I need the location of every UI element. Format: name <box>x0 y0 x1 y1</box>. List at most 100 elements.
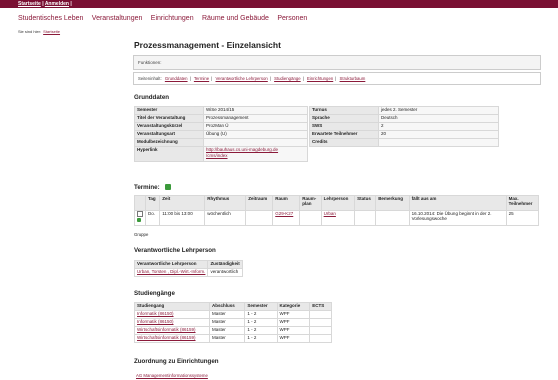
cell-raumplan <box>299 210 322 226</box>
col-max-teilnehmer: Max. Teilnehmer <box>505 195 540 211</box>
value-semester: WiSe 2014/15 <box>203 106 308 115</box>
anmelden-link[interactable]: Anmelden <box>45 1 69 7</box>
cell-bemerkung <box>375 210 410 226</box>
cell-abschluss: Master <box>208 318 246 327</box>
contents-link-studiengaenge[interactable]: Studiengänge <box>274 76 301 81</box>
nav-studentisches-leben[interactable]: Studentisches Leben <box>18 15 83 22</box>
cell-faellt-aus: 16.10.2014: Die Übung beginnt in der 2. … <box>408 210 507 226</box>
functions-label: Funktionen: <box>138 60 162 65</box>
grunddaten-right-table: Turnus jedes 2. Semester Sprache Deutsch S… <box>309 106 499 147</box>
table-row: Veranstaltungsart Übung (U) <box>134 130 308 139</box>
label-art: Veranstaltungsart <box>134 130 204 139</box>
value-teilnehmer: 20 <box>378 130 499 139</box>
cell-zeitraum <box>245 210 274 226</box>
startseite-link[interactable]: Startseite <box>18 1 41 7</box>
cell-zeit: 11:00 bis 13:00 <box>159 210 206 226</box>
label-credits: Credits <box>309 138 379 147</box>
breadcrumb-startseite-link[interactable]: Startseite <box>43 29 60 34</box>
col-status: Status <box>354 195 377 211</box>
contents-link-lehrperson[interactable]: Verantwortliche Lehrperson <box>215 76 267 81</box>
separator: | <box>70 1 72 7</box>
contents-link-termine[interactable]: Termine <box>194 76 209 81</box>
col-semester: Semester <box>244 302 278 311</box>
table-row: Turnus jedes 2. Semester <box>309 106 499 115</box>
cell-abschluss: Master <box>208 326 246 335</box>
studiengang-link[interactable]: Wirtschaftsinformatik (86159) <box>134 326 210 335</box>
table-row: Semester WiSe 2014/15 <box>134 106 308 115</box>
calendar-icon[interactable] <box>137 218 141 222</box>
cell-semester: 1 - 2 <box>244 326 278 335</box>
table-row: Wirtschaftsinformatik (86159) Master 1 - 2… <box>134 334 332 343</box>
lehrperson-link[interactable]: Urban, Torsten , Dipl.-Wirt.-Inform. <box>133 268 209 277</box>
col-lehrperson: Lehrperson <box>320 195 356 211</box>
breadcrumb: Sie sind hier: Startseite <box>18 29 60 34</box>
table-row: Credits <box>309 138 499 147</box>
select-checkbox[interactable] <box>137 211 143 217</box>
cell-ects <box>309 318 332 327</box>
cell-lehrperson-link[interactable]: Urban <box>320 210 356 226</box>
page-contents-nav: Seiteninhalt: Grunddaten | Termine | Veran… <box>133 72 541 85</box>
col-ects: ECTS <box>309 302 332 311</box>
value-sprache: Deutsch <box>378 114 499 123</box>
label-titel: Titel der Veranstaltung <box>134 114 204 123</box>
table-row: Do. 11:00 bis 13:00 wöchentlich G29-K27 … <box>134 210 540 226</box>
grunddaten-left-table: Semester WiSe 2014/15 Titel der Veranstal… <box>134 106 308 162</box>
col-kategorie: Kategorie <box>276 302 311 311</box>
nav-einrichtungen[interactable]: Einrichtungen <box>151 15 194 22</box>
value-art: Übung (U) <box>203 130 308 139</box>
table-row: Informatik (86150) Master 1 - 2 WPF <box>134 318 332 327</box>
studiengang-link[interactable]: Wirtschaftsinformatik (86159) <box>134 334 210 343</box>
cell-semester: 1 - 2 <box>244 318 278 327</box>
value-turnus: jedes 2. Semester <box>378 106 499 115</box>
cell-rhythmus: wöchentlich <box>204 210 247 226</box>
lehrperson-table: Verantwortliche Lehrperson Zuständigkeit … <box>133 260 243 277</box>
termine-table: Tag Zeit Rhythmus Zeitraum Raum Raum- pl… <box>134 195 540 226</box>
table-header-row: Studiengang Abschluss Semester Kategorie ECT… <box>134 302 332 311</box>
col-zeitraum: Zeitraum <box>245 195 274 211</box>
table-row: Veranstaltungskürzel ProzMan Ü <box>134 122 308 131</box>
cell-tag: Do. <box>144 210 161 226</box>
contents-link-grunddaten[interactable]: Grunddaten <box>165 76 188 81</box>
nav-raeume-gebaeude[interactable]: Räume und Gebäude <box>202 15 269 22</box>
gruppe-label: Gruppe <box>134 232 149 237</box>
studiengaenge-heading: Studiengänge <box>134 290 175 297</box>
label-sws: SWS <box>309 122 379 131</box>
table-row: Hyperlink http://bauhaus.cs.uni-magdeburg… <box>134 146 308 162</box>
table-row: Modulbezeichnung <box>134 138 308 147</box>
col-raumplan: Raum- plan <box>299 195 322 211</box>
col-tag: Tag <box>144 195 161 211</box>
studiengang-link[interactable]: Informatik (86150) <box>134 318 210 327</box>
contents-link-strukturbaum[interactable]: Strukturbaum <box>340 76 366 81</box>
nav-veranstaltungen[interactable]: Veranstaltungen <box>92 15 143 22</box>
col-abschluss: Abschluss <box>208 302 246 311</box>
nav-personen[interactable]: Personen <box>277 15 307 22</box>
main-nav: Studentisches Leben Veranstaltungen Einr… <box>18 15 314 27</box>
cell-semester: 1 - 2 <box>244 334 278 343</box>
col-lehrperson: Verantwortliche Lehrperson <box>133 260 209 269</box>
table-row: Urban, Torsten , Dipl.-Wirt.-Inform. vera… <box>133 268 243 277</box>
col-zustaendigkeit: Zuständigkeit <box>207 260 243 269</box>
studiengang-link[interactable]: Informatik (86150) <box>134 310 210 319</box>
table-row: SWS 2 <box>309 122 499 131</box>
functions-box: Funktionen: <box>133 55 541 70</box>
cell-kategorie: WPF <box>276 310 311 319</box>
cell-kategorie: WPF <box>276 334 311 343</box>
contents-link-einrichtungen[interactable]: Einrichtungen <box>307 76 333 81</box>
label-modul: Modulbezeichnung <box>134 138 204 147</box>
cell-ects <box>309 326 332 335</box>
table-row: Sprache Deutsch <box>309 114 499 123</box>
add-termin-icon[interactable] <box>165 184 171 190</box>
cell-raum-link[interactable]: G29-K27 <box>272 210 301 226</box>
col-faellt-aus: fällt aus am <box>408 195 507 211</box>
page-title: Prozessmanagement - Einzelansicht <box>134 40 281 50</box>
col-select <box>134 195 146 211</box>
einrichtung-link[interactable]: AG Managementinformationssysteme <box>136 373 208 378</box>
cell-kategorie: WPF <box>276 326 311 335</box>
einrichtungen-heading: Zuordnung zu Einrichtungen <box>134 358 219 365</box>
col-zeit: Zeit <box>159 195 206 211</box>
hyperlink-value[interactable]: http://bauhaus.cs.uni-magdeburg.de /cms/… <box>203 146 308 162</box>
cell-abschluss: Master <box>208 334 246 343</box>
label-kuerzel: Veranstaltungskürzel <box>134 122 204 131</box>
cell-abschluss: Master <box>208 310 246 319</box>
cell-ects <box>309 334 332 343</box>
